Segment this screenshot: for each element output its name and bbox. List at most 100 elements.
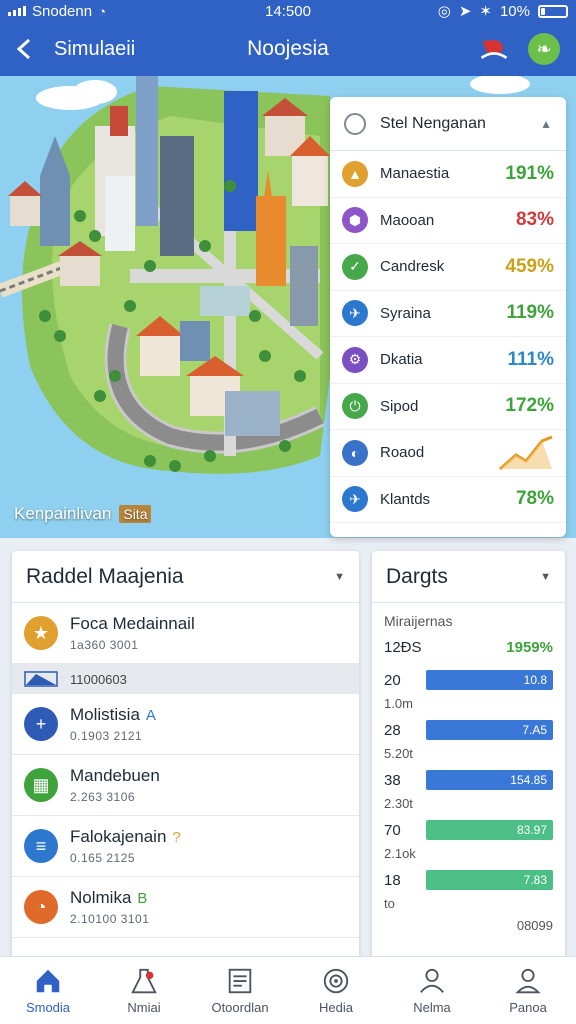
bar-value-label: 10.8 (523, 673, 547, 687)
stats-row[interactable]: ✈ Syraina 119% (330, 291, 566, 337)
list-item[interactable]: ≡ Falokajenain? 0.165 2125 (12, 816, 359, 877)
battery-icon (538, 4, 568, 18)
stats-row[interactable]: ✓ Candresk 459% (330, 244, 566, 291)
stats-panel: Stel Nenganan ▲ ▲ Manaestia 191% ⬢ Maooan 83%… (330, 97, 566, 537)
list-item[interactable]: ★ Foca Medainnail 1a360 3001 (12, 603, 359, 664)
list-item-name: Nolmika B (70, 888, 148, 907)
list-item[interactable]: ◔ Nolmika B 2.10100 3101 (12, 877, 359, 938)
bar-value-label: 7.83 (523, 873, 547, 887)
power-icon: ⏻ (342, 393, 368, 420)
region-card-header[interactable]: Raddel Maajenia ▼ (12, 551, 359, 603)
stats-row[interactable]: ⬢ Maooan 83% (330, 198, 566, 244)
list-icon (228, 968, 252, 994)
bar-row: 20 10.8 (372, 662, 565, 690)
section-divider: 11000603 (12, 664, 359, 694)
charts-card: Dargts ▼ Miraijernas 12ÐS 1959% 20 10.8 1.… (372, 551, 565, 961)
carrier-label: Snodenn (32, 2, 93, 20)
stats-row-name: Sipod (380, 397, 419, 415)
hexagon-icon: ⬢ (342, 207, 368, 234)
gear-icon: ⚙ (342, 346, 368, 373)
header-section-label[interactable]: Simulaeii (54, 38, 135, 61)
stats-row[interactable]: ◐ Roaod (330, 430, 566, 477)
profile-icon (515, 968, 541, 994)
stats-panel-header[interactable]: Stel Nenganan ▲ (330, 97, 566, 151)
bar-row-number: 20 (384, 671, 401, 689)
list-item[interactable]: ▦ Mandebuen 2.263 3106 (12, 755, 359, 816)
stats-row[interactable]: ✈ Klantds 78% (330, 477, 566, 523)
stats-row-name: Syraina (380, 304, 431, 322)
radio-icon (344, 112, 366, 135)
home-icon (36, 969, 60, 993)
document-icon: ≡ (24, 829, 58, 863)
list-item-mark: ? (172, 829, 181, 846)
bar-row: 28 7.A5 (372, 712, 565, 740)
stats-row-value: 172% (505, 395, 554, 417)
tab-nmiai[interactable]: Nmiai (96, 957, 192, 1024)
list-item-text: Falokajenain? 0.165 2125 (70, 827, 181, 865)
list-item-sub: 1a360 3001 (70, 638, 139, 652)
bar-row: 18 7.83 (372, 862, 565, 890)
list-item-sub: 2.263 3106 (70, 790, 136, 804)
star-icon: ★ (24, 616, 58, 650)
plus-icon: + (24, 707, 58, 741)
tab-panoa[interactable]: Panoa (480, 957, 576, 1024)
leaf-button[interactable]: ❧ (528, 33, 560, 65)
chevron-up-icon: ▲ (540, 116, 552, 131)
bar-value-label: 154.85 (510, 773, 547, 787)
charts-card-header[interactable]: Dargts ▼ (372, 551, 565, 603)
stats-row-value: 459% (505, 255, 554, 277)
map-caption-tag: Sita (119, 505, 152, 523)
list-item-text: Molistisia A 0.1903 2121 (70, 705, 156, 743)
stats-row-name: Manaestia (380, 165, 450, 183)
bar-fill: 154.85 (426, 770, 553, 790)
map-caption-label: Kenpainlivan (14, 504, 112, 523)
charts-subtitle: Miraijernas (384, 613, 453, 629)
stats-row-name: Candresk (380, 258, 445, 276)
user-icon (420, 968, 444, 993)
tab-smodia[interactable]: Smodia (0, 957, 96, 1024)
charts-footer: 08099 (516, 918, 553, 933)
list-item-name: Falokajenain? (70, 827, 181, 846)
bar-row-sub: 1.0m (384, 696, 413, 711)
stats-row[interactable]: ⚙ Dkatia 111% (330, 337, 566, 384)
tab-label: Smodia (25, 1000, 71, 1015)
bar-value-label: 83.97 (516, 823, 547, 837)
list-item-name: Molistisia A (70, 705, 156, 724)
bar-row-sub: 5.20t (384, 746, 413, 761)
list-item-text: Mandebuen 2.263 3106 (70, 766, 160, 804)
bird-icon-button[interactable] (478, 33, 510, 65)
stats-row-value: 191% (505, 162, 554, 184)
globe-icon: ◐ (342, 439, 368, 466)
chart-icon: ◔ (24, 890, 58, 924)
stats-row[interactable]: ⏻ Sipod 172% (330, 384, 566, 430)
back-button[interactable] (0, 22, 48, 76)
list-item[interactable]: + Molistisia A 0.1903 2121 (12, 694, 359, 755)
tab-label: Otoordlan (211, 1000, 269, 1015)
tab-label: Nelma (413, 1000, 451, 1015)
stats-panel-title: Stel Nenganan (380, 114, 486, 132)
bar-row-number: 70 (384, 821, 401, 839)
tab-nelma[interactable]: Nelma (384, 957, 480, 1024)
signal-icon (8, 6, 26, 16)
bird-icon (480, 40, 508, 60)
stats-row-value: 111% (507, 348, 555, 370)
stats-row[interactable]: ▲ Manaestia 191% (330, 151, 566, 198)
bar-row-number: 18 (384, 871, 401, 889)
alarm-icon: ◎ (437, 3, 451, 20)
list-item-sub: 0.165 2125 (70, 851, 136, 865)
tab-otoordlan[interactable]: Otoordlan (192, 957, 288, 1024)
bar-row-number: 38 (384, 771, 401, 789)
list-item-text: Nolmika B 2.10100 3101 (70, 888, 149, 926)
check-icon: ✓ (342, 253, 368, 280)
tab-hedia[interactable]: Hedia (288, 957, 384, 1024)
bar-row-sub: to (384, 896, 395, 911)
stats-row-name: Maooan (380, 211, 435, 229)
bar-value-label: 7.A5 (522, 723, 547, 737)
stats-row-value: 78% (515, 488, 554, 510)
target-icon (323, 968, 349, 994)
bar-row: 38 154.85 (372, 762, 565, 790)
list-item-mark: B (137, 890, 148, 907)
tab-label: Panoa (509, 1000, 547, 1015)
status-bar: Snodenn ◔ 14:500 ◎ ➤ ✶ 10% (0, 0, 576, 22)
stats-row-value: 119% (506, 302, 554, 324)
